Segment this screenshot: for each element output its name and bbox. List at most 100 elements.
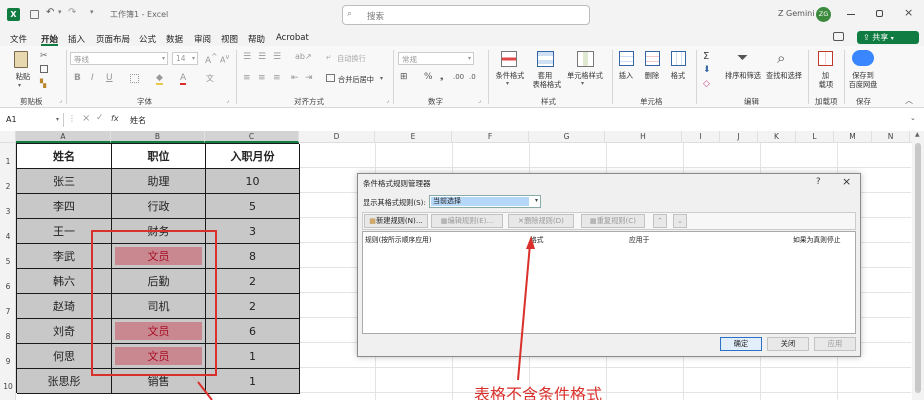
autosum-icon[interactable]: Σ <box>703 51 709 62</box>
align-top-icon[interactable]: ☰ <box>243 52 251 62</box>
table-cell-month[interactable]: 10 <box>206 169 300 194</box>
font-size-box[interactable]: 14 ▾ <box>172 52 198 65</box>
col-header-m[interactable]: M <box>834 131 872 143</box>
undo-icon[interactable]: ↶ <box>46 7 54 18</box>
menu-formulas[interactable]: 公式 <box>139 33 156 45</box>
clipboard-launcher-icon[interactable]: ⌟ <box>59 97 62 104</box>
col-header-f[interactable]: F <box>452 131 529 143</box>
merge-dropdown-icon[interactable]: ▾ <box>380 75 383 82</box>
move-down-button[interactable]: ⌄ <box>673 214 687 228</box>
format-cells-button[interactable]: 格式 <box>666 71 690 80</box>
increase-decimal-icon[interactable]: .00 <box>453 73 464 81</box>
table-cell-month[interactable]: 2 <box>206 269 300 294</box>
table-cell-month[interactable]: 5 <box>206 194 300 219</box>
fill-icon[interactable]: ⬇ <box>703 65 711 75</box>
redo-icon[interactable]: ↷ <box>68 7 76 18</box>
align-right-icon[interactable]: ≡ <box>273 73 281 83</box>
number-format-box[interactable]: 常规 ▾ <box>398 52 474 65</box>
menu-file[interactable]: 文件 <box>10 33 27 45</box>
cut-icon[interactable]: ✂ <box>40 51 48 61</box>
confirm-entry-icon[interactable]: ✓ <box>96 113 104 123</box>
orientation-icon[interactable]: ab↗ <box>295 52 312 61</box>
undo-dropdown-icon[interactable]: ▾ <box>58 8 62 16</box>
comments-icon[interactable] <box>833 32 844 41</box>
dialog-close-button[interactable]: × <box>842 175 851 188</box>
col-header-n[interactable]: N <box>872 131 910 143</box>
move-up-button[interactable]: ⌃ <box>653 214 667 228</box>
align-bottom-icon[interactable]: ☰ <box>273 52 281 62</box>
col-header-i[interactable]: I <box>682 131 720 143</box>
customize-qat-icon[interactable]: ▾ <box>90 8 94 16</box>
menu-data[interactable]: 数据 <box>166 33 183 45</box>
currency-icon[interactable]: ⊞ <box>400 72 408 82</box>
cond-format-dropdown-icon[interactable]: ▾ <box>506 80 509 87</box>
align-center-icon[interactable]: ≡ <box>258 73 266 83</box>
row-header-10[interactable]: 10 <box>0 382 16 391</box>
decrease-indent-icon[interactable]: ⇤ <box>291 73 299 83</box>
avatar[interactable]: ZG <box>816 7 831 22</box>
addins-button-line1[interactable]: 加 <box>818 71 833 80</box>
new-rule-button[interactable]: ▦新建规则(N)... <box>364 214 428 228</box>
show-rules-select[interactable]: 当前选择 ▾ <box>429 195 541 208</box>
underline-icon[interactable]: U <box>106 73 113 83</box>
wrap-text-icon[interactable]: ⤶ <box>326 52 330 62</box>
table-cell-position[interactable]: 助理 <box>112 169 206 194</box>
save-baidu-line1[interactable]: 保存到 <box>848 71 878 80</box>
row-header-7[interactable]: 7 <box>0 307 16 316</box>
table-cell-month[interactable]: 8 <box>206 244 300 269</box>
restore-icon[interactable] <box>876 10 883 17</box>
table-format-button-line1[interactable]: 套用 <box>533 71 557 80</box>
addins-button-line2[interactable]: 载项 <box>812 80 840 89</box>
col-header-j[interactable]: J <box>720 131 758 143</box>
italic-icon[interactable]: I <box>91 73 94 83</box>
clear-icon[interactable]: ◇ <box>703 79 710 89</box>
table-cell-name[interactable]: 张三 <box>17 169 112 194</box>
minimize-icon[interactable] <box>847 14 855 15</box>
bold-icon[interactable]: B <box>74 73 81 83</box>
table-cell-month[interactable]: 3 <box>206 219 300 244</box>
scroll-thumb[interactable] <box>915 143 921 393</box>
row-header-8[interactable]: 8 <box>0 332 16 341</box>
dialog-help-button[interactable]: ? <box>816 177 821 187</box>
decrease-font-icon[interactable]: Av <box>220 53 229 65</box>
name-box[interactable]: A1 ▾ <box>4 113 64 127</box>
paste-dropdown-icon[interactable]: ▾ <box>18 82 21 89</box>
close-button[interactable]: 关闭 <box>767 337 809 351</box>
table-header-name[interactable]: 姓名 <box>17 144 112 169</box>
table-cell-month[interactable]: 6 <box>206 319 300 344</box>
menu-help[interactable]: 帮助 <box>248 33 265 45</box>
table-cell-month[interactable]: 2 <box>206 294 300 319</box>
row-header-1[interactable]: 1 <box>0 157 16 166</box>
close-icon[interactable]: × <box>904 6 913 19</box>
number-launcher-icon[interactable]: ⌟ <box>478 97 481 104</box>
row-header-5[interactable]: 5 <box>0 257 16 266</box>
comma-style-icon[interactable]: ❟ <box>440 72 444 82</box>
select-all-corner[interactable] <box>0 131 16 143</box>
table-header-month[interactable]: 入职月份 <box>206 144 300 169</box>
save-baidu-line2[interactable]: 百度网盘 <box>844 80 882 89</box>
format-painter-icon[interactable]: ▚ <box>40 79 46 88</box>
alignment-launcher-icon[interactable]: ⌟ <box>386 97 389 104</box>
menu-page-layout[interactable]: 页面布局 <box>96 33 130 45</box>
table-cell-month[interactable]: 1 <box>206 344 300 369</box>
copy-icon[interactable] <box>40 65 48 73</box>
cancel-entry-icon[interactable]: × <box>82 113 90 124</box>
collapse-ribbon-icon[interactable]: ︿ <box>905 95 913 106</box>
fill-color-icon[interactable]: ◆ <box>156 73 163 85</box>
delete-rule-button[interactable]: ✕删除规则(D) <box>508 214 574 228</box>
insert-function-icon[interactable]: fx <box>111 114 119 123</box>
search-box[interactable]: ⌕ 搜索 <box>342 5 590 25</box>
row-header-9[interactable]: 9 <box>0 357 16 366</box>
edit-rule-button[interactable]: ▦编辑规则(E)... <box>431 214 503 228</box>
increase-font-icon[interactable]: A^ <box>205 52 217 66</box>
table-cell-position[interactable]: 行政 <box>112 194 206 219</box>
col-header-a[interactable]: A <box>16 131 111 143</box>
font-name-box[interactable]: 等线 ▾ <box>70 52 168 65</box>
col-header-b[interactable]: B <box>111 131 205 143</box>
delete-cells-button[interactable]: 删除 <box>640 71 664 80</box>
share-button[interactable]: ⇪ 共享 ▾ <box>857 31 919 44</box>
apply-button[interactable]: 应用 <box>814 337 856 351</box>
merge-center-icon[interactable] <box>326 74 335 82</box>
align-middle-icon[interactable]: ☰ <box>258 52 266 62</box>
row-header-2[interactable]: 2 <box>0 182 16 191</box>
